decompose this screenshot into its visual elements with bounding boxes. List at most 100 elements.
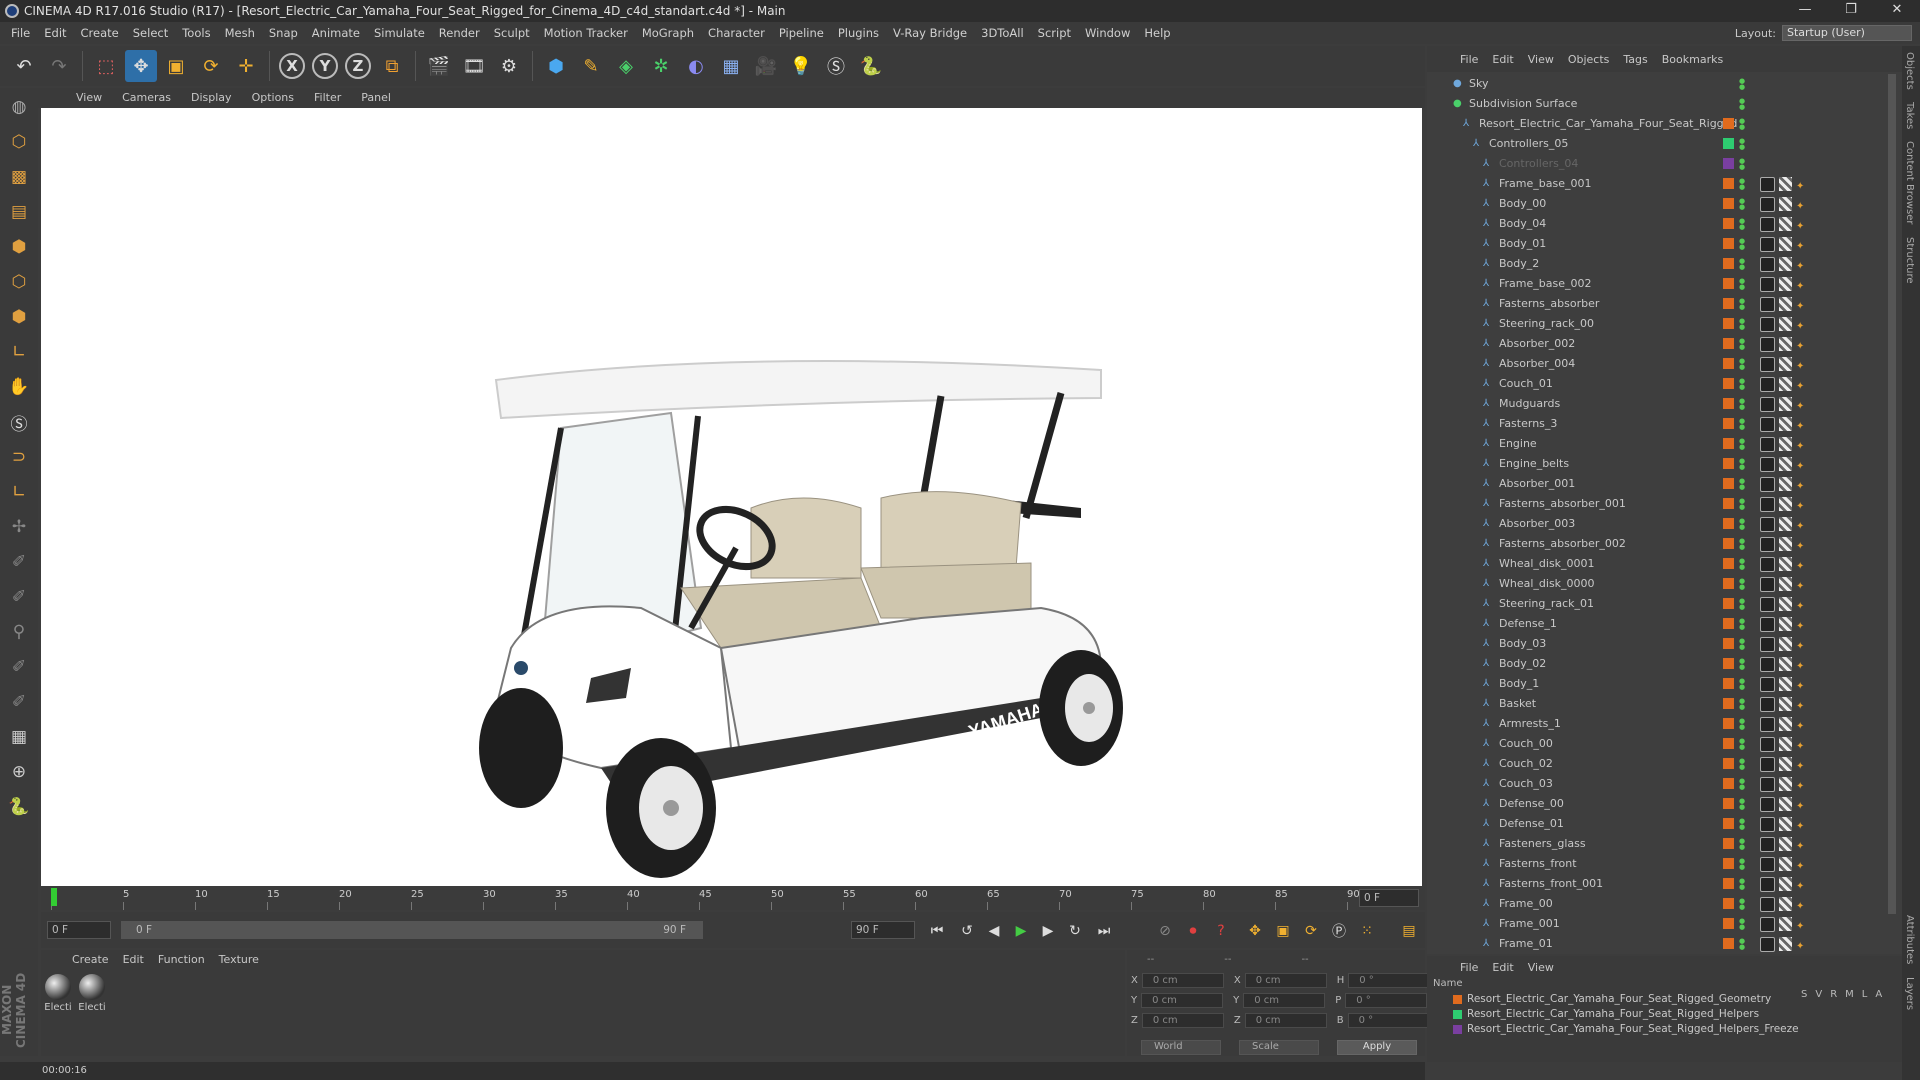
object-row[interactable]: ⅄ Basket ● ● ✦	[1427, 694, 1889, 714]
step-back-icon[interactable]: ◀	[983, 920, 1005, 942]
coord-value-field[interactable]: 0 cm	[1141, 972, 1224, 988]
texture-tag-icon[interactable]	[1779, 857, 1792, 871]
object-row[interactable]: ⅄ Fasterns_3 ● ● ✦	[1427, 414, 1889, 434]
y-axis-lock-icon[interactable]: Y	[312, 53, 338, 79]
texture-tag-icon[interactable]	[1779, 597, 1792, 611]
material-tag-icon[interactable]	[1760, 717, 1775, 732]
texture-tag-icon[interactable]	[1779, 837, 1792, 851]
material-tag-icon[interactable]	[1760, 377, 1775, 392]
menu-3dtoall[interactable]: 3DToAll	[974, 22, 1031, 44]
undo-icon[interactable]: ↶	[8, 50, 40, 82]
texture-tag-icon[interactable]	[1779, 237, 1792, 251]
mograph-cloner-icon[interactable]: ✲	[645, 50, 677, 82]
menu-select[interactable]: Select	[126, 22, 175, 44]
object-row[interactable]: ⅄ Body_04 ● ● ✦	[1427, 214, 1889, 234]
object-menu-bookmarks[interactable]: Bookmarks	[1655, 53, 1730, 66]
spline-pen-icon[interactable]: ✎	[575, 50, 607, 82]
goto-start-icon[interactable]: ⏮	[926, 920, 948, 942]
menu-character[interactable]: Character	[701, 22, 772, 44]
material-tag-icon[interactable]	[1760, 837, 1775, 852]
visibility-dots[interactable]: ● ●	[1739, 578, 1745, 591]
texture-tag-icon[interactable]	[1779, 817, 1792, 831]
texture-tag-icon[interactable]	[1779, 557, 1792, 571]
goto-end-icon[interactable]: ⏭	[1093, 920, 1115, 942]
constraint-tag-icon[interactable]: ✦	[1796, 397, 1806, 412]
paint-icon[interactable]: ✐	[3, 546, 35, 578]
visibility-dots[interactable]: ● ●	[1739, 278, 1745, 291]
constraint-tag-icon[interactable]: ✦	[1796, 497, 1806, 512]
light-icon[interactable]: 💡	[785, 50, 817, 82]
material-tag-icon[interactable]	[1760, 917, 1775, 932]
make-editable-icon[interactable]: ◍	[3, 91, 35, 123]
menu-file[interactable]: File	[4, 22, 37, 44]
texture-tag-icon[interactable]	[1779, 877, 1792, 891]
constraint-tag-icon[interactable]: ✦	[1796, 717, 1806, 732]
object-row[interactable]: ⅄ Couch_00 ● ● ✦	[1427, 734, 1889, 754]
z-axis-lock-icon[interactable]: Z	[345, 53, 371, 79]
constraint-tag-icon[interactable]: ✦	[1796, 257, 1806, 272]
material-tag-icon[interactable]	[1760, 817, 1775, 832]
constraint-tag-icon[interactable]: ✦	[1796, 457, 1806, 472]
layer-row[interactable]: Resort_Electric_Car_Yamaha_Four_Seat_Rig…	[1427, 1007, 1902, 1022]
rotate-tool-icon[interactable]: ⟳	[195, 50, 227, 82]
visibility-dots[interactable]: ● ●	[1739, 718, 1745, 731]
visibility-dots[interactable]: ● ●	[1739, 418, 1745, 431]
viewport-menu-cameras[interactable]: Cameras	[112, 88, 181, 108]
snap-icon[interactable]: Ⓢ	[3, 406, 35, 438]
texture-tag-icon[interactable]	[1779, 477, 1792, 491]
texture-tag-icon[interactable]	[1779, 897, 1792, 911]
visibility-dots[interactable]: ● ●	[1739, 138, 1745, 151]
menu-script[interactable]: Script	[1031, 22, 1078, 44]
menu-mograph[interactable]: MoGraph	[635, 22, 701, 44]
menu-sculpt[interactable]: Sculpt	[487, 22, 537, 44]
material-tag-icon[interactable]	[1760, 937, 1775, 952]
menu-snap[interactable]: Snap	[262, 22, 305, 44]
texture-tag-icon[interactable]	[1779, 277, 1792, 291]
side-tab-objects[interactable]: Objects	[1902, 46, 1917, 96]
visibility-dots[interactable]: ● ●	[1739, 78, 1745, 91]
visibility-dots[interactable]: ● ●	[1739, 658, 1745, 671]
visibility-dots[interactable]: ● ●	[1739, 938, 1745, 951]
material-tag-icon[interactable]	[1760, 597, 1775, 612]
menu-animate[interactable]: Animate	[305, 22, 367, 44]
material-tag-icon[interactable]	[1760, 357, 1775, 372]
material-tag-icon[interactable]	[1760, 677, 1775, 692]
constraint-tag-icon[interactable]: ✦	[1796, 537, 1806, 552]
key-parameter-icon[interactable]: Ⓟ	[1328, 920, 1350, 942]
material-tag-icon[interactable]	[1760, 497, 1775, 512]
side-tab-attributes[interactable]: Attributes	[1902, 909, 1917, 970]
constraint-tag-icon[interactable]: ✦	[1796, 937, 1806, 952]
material-tag-icon[interactable]	[1760, 277, 1775, 292]
texture-tag-icon[interactable]	[1779, 337, 1792, 351]
subdivision-generator-icon[interactable]: ◈	[610, 50, 642, 82]
texture-tag-icon[interactable]	[1779, 777, 1792, 791]
record-keys-icon[interactable]: ⊘	[1154, 920, 1176, 942]
visibility-dots[interactable]: ● ●	[1739, 478, 1745, 491]
layout-dropdown[interactable]: Startup (User)	[1782, 25, 1912, 41]
texture-tag-icon[interactable]	[1779, 677, 1792, 691]
constraint-tag-icon[interactable]: ✦	[1796, 477, 1806, 492]
constraint-tag-icon[interactable]: ✦	[1796, 177, 1806, 192]
sculpt-icon[interactable]: ✢	[3, 511, 35, 543]
material-tag-icon[interactable]	[1760, 857, 1775, 872]
rig-icon[interactable]: ✐	[3, 581, 35, 613]
object-row[interactable]: ⅄ Fasterns_front_001 ● ● ✦	[1427, 874, 1889, 894]
texture-tag-icon[interactable]	[1779, 497, 1792, 511]
constraint-tag-icon[interactable]: ✦	[1796, 857, 1806, 872]
constraint-tag-icon[interactable]: ✦	[1796, 437, 1806, 452]
material-tag-icon[interactable]	[1760, 697, 1775, 712]
coord-value-field[interactable]: 0 cm	[1141, 992, 1224, 1008]
coord-value-field[interactable]: 0 °	[1348, 972, 1431, 988]
workplane-mode-icon[interactable]: ▤	[3, 196, 35, 228]
texture-tag-icon[interactable]	[1779, 537, 1792, 551]
render-view-icon[interactable]: 🎬	[423, 50, 455, 82]
object-row[interactable]: ⅄ Steering_rack_00 ● ● ✦	[1427, 314, 1889, 334]
constraint-tag-icon[interactable]: ✦	[1796, 557, 1806, 572]
material-tag-icon[interactable]	[1760, 457, 1775, 472]
object-row[interactable]: ⅄ Mudguards ● ● ✦	[1427, 394, 1889, 414]
object-row[interactable]: ⅄ Engine ● ● ✦	[1427, 434, 1889, 454]
menu-window[interactable]: Window	[1078, 22, 1137, 44]
constraint-tag-icon[interactable]: ✦	[1796, 297, 1806, 312]
visibility-dots[interactable]: ● ●	[1739, 458, 1745, 471]
coord-value-field[interactable]: 0 cm	[1243, 992, 1326, 1008]
